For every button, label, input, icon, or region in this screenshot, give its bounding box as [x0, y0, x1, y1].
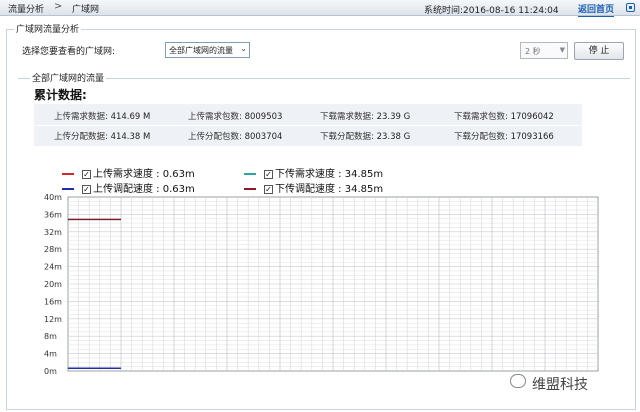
top-bar: 流量分析 > 广域网 系统时间:2016-08-16 11:24:04 返回首页: [0, 0, 640, 17]
wechat-icon: [510, 374, 526, 388]
refresh-interval-select[interactable]: 2 秒 ▼: [520, 42, 568, 59]
chevron-down-icon: ▼: [559, 46, 565, 54]
y-tick-label: 40m: [44, 193, 62, 202]
home-link[interactable]: 返回首页: [578, 2, 615, 17]
y-tick-label: 16m: [44, 297, 62, 306]
breadcrumb-item-traffic-analysis[interactable]: 流量分析: [8, 2, 44, 15]
y-tick-label: 28m: [44, 245, 62, 254]
legend-download-demand[interactable]: ✓ 下传需求速度 : 34.85m: [244, 165, 383, 180]
chart-grid: [67, 196, 599, 372]
section-title: 全部广域网的流量: [30, 71, 107, 84]
wan-select-label: 选择您要查看的广域网:: [22, 47, 116, 57]
y-tick-label: 20m: [44, 280, 62, 289]
chevron-down-icon: ⌄: [240, 44, 247, 53]
download-allocated-data: 下载分配数据: 23.38 G: [320, 132, 411, 142]
checkbox[interactable]: ✓: [264, 169, 273, 179]
checkbox[interactable]: ✓: [82, 169, 91, 179]
y-axis-labels: 40m 36m 32m 28m 24m 20m 16m 12m 8m 4m 0m: [44, 193, 62, 376]
breadcrumb-separator: >: [54, 1, 63, 12]
y-tick-label: 8m: [44, 332, 57, 341]
panel-title: 广域网流量分析: [14, 22, 82, 35]
legend-swatch: [244, 173, 256, 175]
y-tick-label: 4m: [44, 350, 57, 359]
upload-allocated-data: 上传分配数据: 414.38 M: [54, 132, 151, 142]
stats-row-divider: [34, 125, 582, 126]
y-tick-label: 0m: [44, 367, 57, 376]
refresh-interval-value: 2 秒: [525, 47, 541, 56]
breadcrumb-item-wan[interactable]: 广域网: [72, 2, 99, 15]
upload-demand-packets: 上传需求包数: 8009503: [188, 112, 283, 122]
y-tick-label: 32m: [44, 228, 62, 237]
stop-button[interactable]: 停 止: [574, 42, 624, 60]
legend-upload-demand[interactable]: ✓ 上传需求速度 : 0.63m: [62, 165, 195, 180]
window-icon[interactable]: [626, 3, 635, 12]
upload-allocated-packets: 上传分配包数: 8003704: [188, 132, 283, 142]
home-link-label: 返回首页: [578, 5, 615, 15]
y-tick-label: 12m: [44, 315, 62, 324]
download-demand-packets: 下载需求包数: 17096042: [454, 112, 554, 122]
section-divider: [18, 78, 630, 79]
upload-demand-data: 上传需求数据: 414.69 M: [54, 112, 151, 122]
traffic-chart: 40m 36m 32m 28m 24m 20m 16m 12m 8m 4m 0m: [44, 193, 599, 376]
download-demand-data: 下载需求数据: 23.39 G: [320, 112, 411, 122]
y-tick-label: 24m: [44, 263, 62, 272]
wan-select[interactable]: 全部广域网的流量 ⌄: [165, 42, 250, 58]
y-tick-label: 36m: [44, 210, 62, 219]
stats-title: 累计数据:: [34, 88, 87, 102]
download-allocated-packets: 下载分配包数: 17093166: [454, 132, 554, 142]
watermark: 维盟科技: [510, 374, 588, 394]
legend-swatch: [62, 173, 74, 175]
wan-select-value: 全部广域网的流量: [169, 46, 233, 55]
system-time: 系统时间:2016-08-16 11:24:04: [424, 6, 559, 16]
